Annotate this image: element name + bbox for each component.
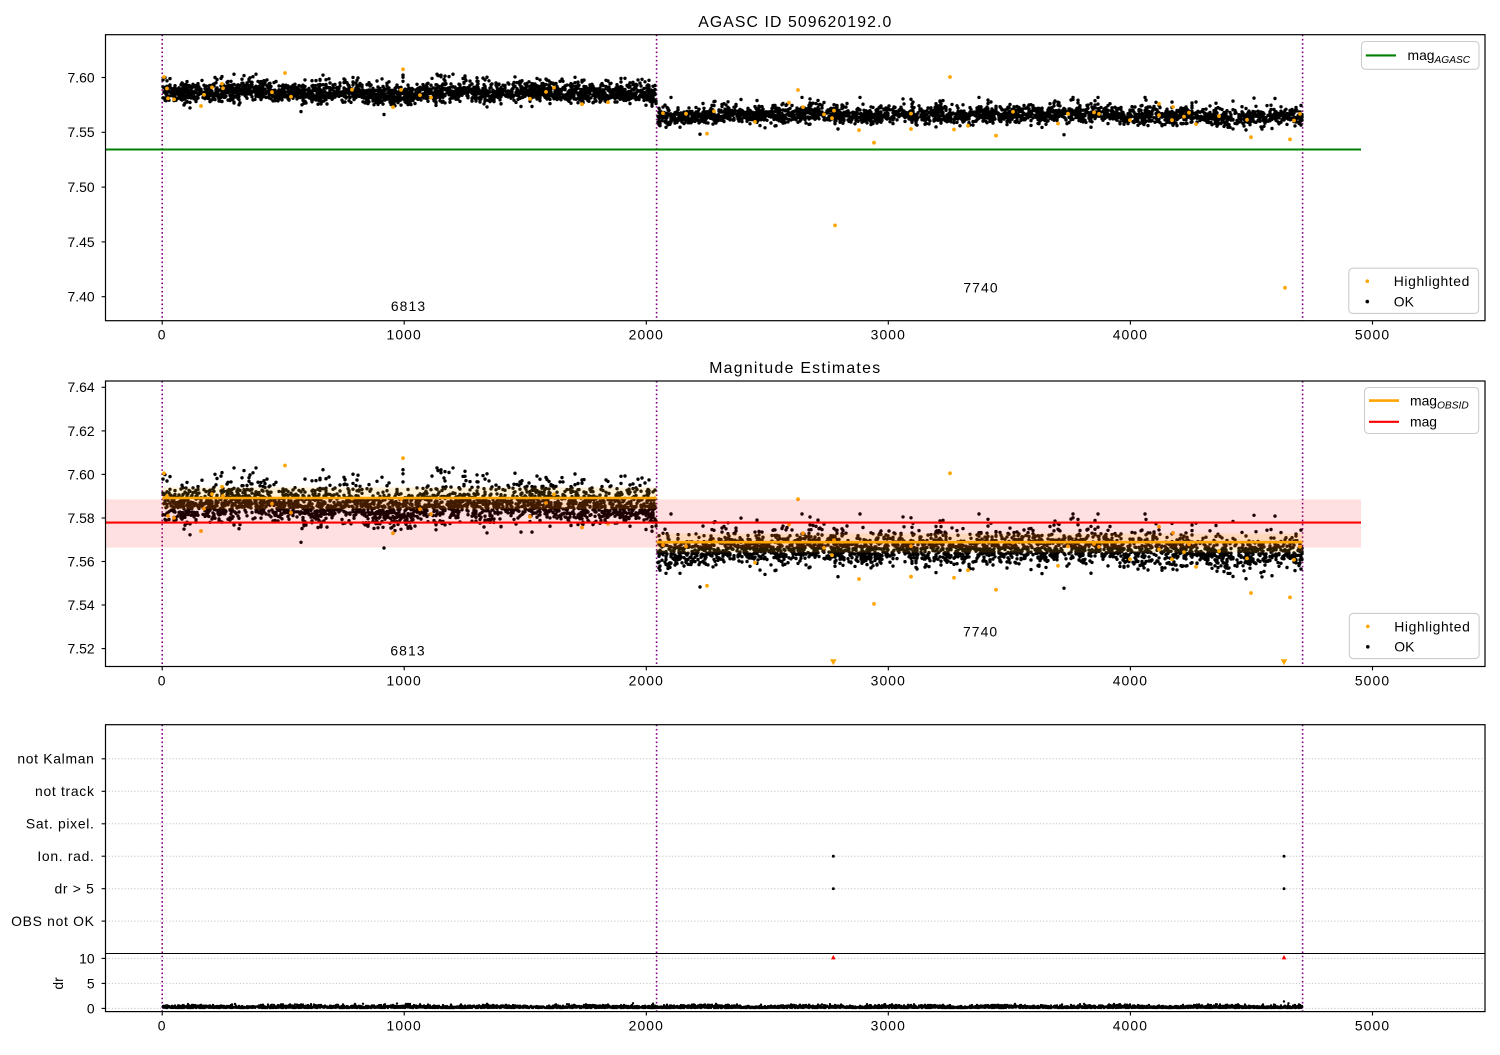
svg-text:1000: 1000: [387, 672, 422, 688]
svg-text:5000: 5000: [1355, 1017, 1390, 1033]
svg-text:2000: 2000: [629, 672, 664, 688]
svg-text:OBSID: OBSID: [1437, 401, 1469, 412]
svg-text:mag: mag: [1410, 414, 1437, 430]
svg-text:dr > 5: dr > 5: [54, 881, 94, 897]
svg-text:7.62: 7.62: [68, 423, 95, 439]
svg-text:6813: 6813: [391, 298, 426, 314]
svg-text:5: 5: [87, 975, 95, 991]
svg-text:2000: 2000: [629, 327, 664, 343]
svg-text:Highlighted: Highlighted: [1394, 618, 1470, 634]
svg-text:7.56: 7.56: [68, 553, 95, 569]
svg-text:7.45: 7.45: [68, 234, 95, 250]
svg-text:10: 10: [79, 950, 95, 966]
svg-text:OK: OK: [1394, 639, 1415, 655]
svg-text:5000: 5000: [1355, 672, 1390, 688]
svg-text:7.60: 7.60: [68, 466, 95, 482]
svg-text:OBS not OK: OBS not OK: [11, 913, 94, 929]
svg-text:1000: 1000: [387, 327, 422, 343]
svg-text:1000: 1000: [387, 1017, 422, 1033]
svg-text:7.40: 7.40: [68, 289, 95, 305]
svg-text:7.60: 7.60: [68, 69, 95, 85]
svg-text:3000: 3000: [871, 672, 906, 688]
svg-text:AGASC: AGASC: [1434, 55, 1471, 66]
svg-text:7.52: 7.52: [68, 641, 95, 657]
svg-text:5000: 5000: [1355, 327, 1390, 343]
svg-text:7.55: 7.55: [68, 124, 95, 140]
svg-text:0: 0: [87, 1000, 95, 1016]
svg-text:3000: 3000: [871, 1017, 906, 1033]
svg-text:7740: 7740: [963, 280, 998, 296]
svg-text:0: 0: [158, 1017, 167, 1033]
svg-text:7.54: 7.54: [68, 597, 95, 613]
svg-text:not Kalman: not Kalman: [17, 751, 94, 767]
svg-text:2000: 2000: [629, 1017, 664, 1033]
svg-text:Highlighted: Highlighted: [1394, 273, 1470, 289]
svg-text:0: 0: [158, 327, 167, 343]
svg-text:Sat. pixel.: Sat. pixel.: [26, 816, 95, 832]
svg-text:dr: dr: [50, 977, 66, 990]
svg-text:Magnitude Estimates: Magnitude Estimates: [709, 360, 881, 377]
svg-text:OK: OK: [1394, 294, 1415, 310]
svg-text:3000: 3000: [871, 327, 906, 343]
svg-text:mag: mag: [1410, 393, 1437, 409]
svg-text:4000: 4000: [1113, 672, 1148, 688]
svg-text:7.64: 7.64: [68, 379, 95, 395]
svg-text:4000: 4000: [1113, 327, 1148, 343]
svg-text:7.50: 7.50: [68, 179, 95, 195]
svg-text:AGASC ID 509620192.0: AGASC ID 509620192.0: [698, 14, 892, 31]
svg-text:7.58: 7.58: [68, 510, 95, 526]
svg-text:0: 0: [158, 672, 167, 688]
svg-text:7740: 7740: [963, 623, 998, 639]
svg-text:4000: 4000: [1113, 1017, 1148, 1033]
svg-text:not track: not track: [35, 783, 95, 799]
svg-text:mag: mag: [1408, 47, 1435, 63]
svg-text:Ion. rad.: Ion. rad.: [37, 848, 94, 864]
svg-text:6813: 6813: [390, 642, 425, 658]
